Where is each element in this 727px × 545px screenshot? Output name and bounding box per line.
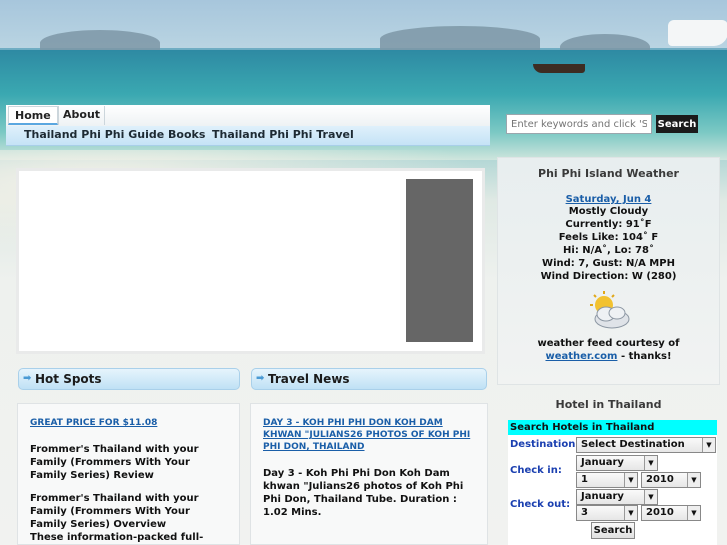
hotel-search-button[interactable]: Search <box>591 522 635 539</box>
hotel-section-title: Hotel in Thailand <box>555 398 662 411</box>
weather-hilo: Hi: N/A˚, Lo: 78˚ <box>563 245 654 256</box>
chevron-down-icon: ▼ <box>644 456 657 470</box>
banner-island <box>380 26 540 52</box>
checkout-year-select[interactable]: 2010 ▼ <box>641 505 701 521</box>
checkin-day-select[interactable]: 1 ▼ <box>576 472 638 488</box>
checkout-day-value: 3 <box>581 507 588 518</box>
weather-title: Phi Phi Island Weather <box>538 167 679 180</box>
weather-wind: Wind: 7, Gust: N/A MPH <box>542 258 675 269</box>
hot-spots-title: Hot Spots <box>35 372 102 386</box>
travel-news-panel: DAY 3 - KOH PHI PHI DON KOH DAM KHWAN "J… <box>250 403 488 545</box>
weather-date-link[interactable]: Saturday, Jun 4 <box>498 194 719 205</box>
chevron-down-icon: ▼ <box>624 473 637 487</box>
weather-com-link[interactable]: weather.com <box>545 351 617 362</box>
search-input[interactable] <box>506 114 652 134</box>
checkin-year-select[interactable]: 2010 ▼ <box>641 472 701 488</box>
destination-select[interactable]: Select Destination ▼ <box>576 437 716 453</box>
hot-spots-header: ➡ Hot Spots <box>18 368 240 390</box>
banner-longtail-boat <box>533 64 585 73</box>
weather-feels-like: Feels Like: 104˚ F <box>558 232 659 243</box>
list-item: Frommer's Thailand with your Family (Fro… <box>30 493 199 530</box>
destination-label: Destination: <box>510 439 580 450</box>
credit-text: weather feed courtesy of <box>537 338 680 349</box>
checkin-label: Check in: <box>510 465 562 476</box>
checkout-month-select[interactable]: January ▼ <box>576 489 658 505</box>
item-description: These information-packed full-color guid… <box>30 532 204 543</box>
weather-condition: Mostly Cloudy <box>568 206 649 217</box>
sub-nav: Thailand Phi Phi Guide Books Thailand Ph… <box>6 126 490 146</box>
news-body: Day 3 - Koh Phi Phi Don Koh Dam khwan "J… <box>263 468 464 518</box>
price-link[interactable]: GREAT PRICE FOR $11.08 <box>30 417 227 429</box>
travel-news-title: Travel News <box>268 372 350 386</box>
search-button[interactable]: Search <box>656 115 698 133</box>
chevron-down-icon: ▼ <box>624 506 637 520</box>
checkout-year-value: 2010 <box>646 507 674 518</box>
arrow-right-icon: ➡ <box>23 373 32 384</box>
checkin-year-value: 2010 <box>646 474 674 485</box>
destination-value: Select Destination <box>581 439 685 450</box>
weather-wind-direction: Wind Direction: W (280) <box>540 271 677 282</box>
chevron-down-icon: ▼ <box>644 490 657 504</box>
weather-widget: Phi Phi Island Weather Saturday, Jun 4 M… <box>497 157 720 385</box>
hotel-search-form: Search Hotels in Thailand Destination: S… <box>508 420 717 545</box>
weather-current: Currently: 91˚F <box>565 219 652 230</box>
checkin-month-select[interactable]: January ▼ <box>576 455 658 471</box>
nav-guide-books[interactable]: Thailand Phi Phi Guide Books <box>24 128 205 141</box>
nav-about[interactable]: About <box>58 106 106 125</box>
weather-credit: weather feed courtesy of weather.com - t… <box>498 337 719 363</box>
cloudy-sun-icon <box>586 291 632 331</box>
checkin-day-value: 1 <box>581 474 588 485</box>
hotel-form-title: Search Hotels in Thailand <box>508 420 717 435</box>
banner-ship <box>668 20 727 46</box>
list-item: These information-packed full-color guid… <box>30 531 227 544</box>
arrow-right-icon: ➡ <box>256 373 265 384</box>
checkout-label: Check out: <box>510 499 571 510</box>
chevron-down-icon: ▼ <box>687 506 700 520</box>
checkout-month-value: January <box>581 491 624 502</box>
checkout-day-select[interactable]: 3 ▼ <box>576 505 638 521</box>
chevron-down-icon: ▼ <box>687 473 700 487</box>
news-link[interactable]: DAY 3 - KOH PHI PHI DON KOH DAM KHWAN "J… <box>263 417 475 453</box>
hot-spots-panel: GREAT PRICE FOR $11.08 Frommer's Thailan… <box>17 403 240 545</box>
list-item: Frommer's Thailand with your Family (Fro… <box>30 444 199 481</box>
ad-placeholder <box>406 179 473 342</box>
chevron-down-icon: ▼ <box>702 438 715 452</box>
travel-news-header: ➡ Travel News <box>251 368 487 390</box>
checkin-month-value: January <box>581 457 624 468</box>
nav-travel[interactable]: Thailand Phi Phi Travel <box>212 128 354 141</box>
credit-suffix: - thanks! <box>617 351 672 362</box>
nav-home[interactable]: Home <box>8 106 58 125</box>
main-nav: Home About <box>6 105 490 127</box>
